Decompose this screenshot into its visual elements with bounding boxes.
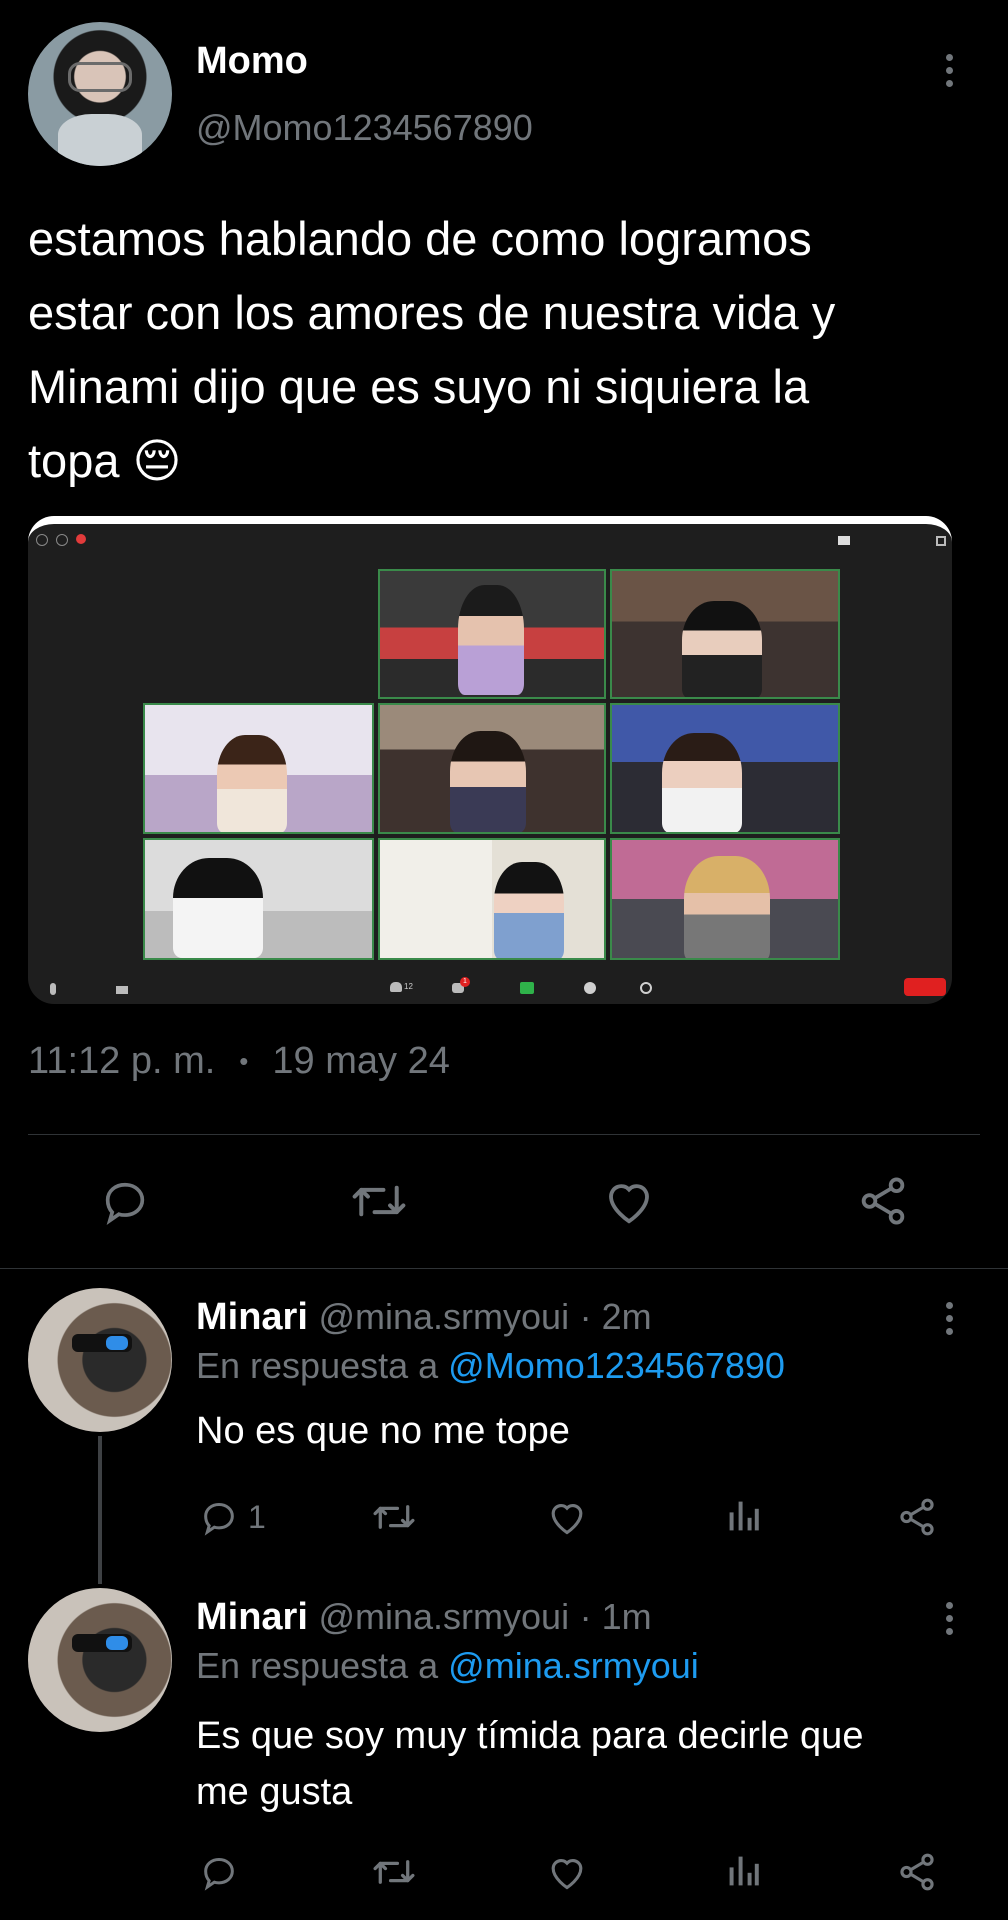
retweet-icon[interactable] [370, 1498, 418, 1536]
tweet-date: 19 may 24 [272, 1040, 450, 1082]
like-icon[interactable] [546, 1853, 588, 1891]
chat-icon: 1 [452, 977, 470, 993]
share-icon[interactable] [896, 1851, 938, 1893]
tweet-text-line: estar con los amores de nuestra vida y [28, 286, 836, 339]
reply-text: Es que soy muy tímida para decirle que m… [196, 1708, 863, 1820]
reply-text-line: No es que no me tope [196, 1410, 570, 1452]
more-icon[interactable] [945, 1302, 953, 1335]
reply-header: Minari @mina.srmyoui · 2m [196, 1296, 652, 1339]
reply-prefix: En respuesta a [196, 1645, 439, 1686]
divider [28, 1134, 980, 1135]
reply-text-line: Es que soy muy tímida para decirle que [196, 1715, 864, 1757]
participant-tile [610, 703, 840, 834]
tweet-text-line: topa 😔 [28, 434, 182, 487]
participant-tile [378, 838, 606, 960]
reactions-icon [640, 982, 652, 994]
reply-context: En respuesta a @mina.srmyoui [196, 1645, 699, 1687]
reply-author-handle[interactable]: @mina.srmyoui [318, 1296, 569, 1337]
participants-count: 12 [404, 982, 413, 991]
reply-icon[interactable] [98, 1175, 152, 1227]
reply-author-avatar[interactable] [28, 1588, 172, 1732]
participant-tile [378, 569, 606, 699]
reply-author-handle[interactable]: @mina.srmyoui [318, 1596, 569, 1637]
tweet-text-line: Minami dijo que es suyo ni siquiera la [28, 360, 810, 413]
more-icon[interactable] [945, 54, 953, 87]
divider [0, 1268, 1008, 1269]
share-icon[interactable] [856, 1174, 910, 1228]
reply-author-name[interactable]: Minari [196, 1296, 308, 1338]
like-icon[interactable] [602, 1176, 656, 1226]
retweet-icon[interactable] [348, 1176, 410, 1226]
main-tweet-text: estamos hablando de como logramos estar … [28, 202, 988, 498]
tweet-text-line: estamos hablando de como logramos [28, 212, 812, 265]
chat-badge: 1 [460, 977, 470, 987]
participant-tile [610, 569, 840, 699]
share-icon[interactable] [896, 1496, 938, 1538]
reply-to-link[interactable]: @mina.srmyoui [448, 1645, 699, 1686]
reply-icon[interactable]: 1 [198, 1497, 266, 1537]
record-icon [584, 982, 596, 994]
window-controls [36, 534, 86, 546]
attached-image[interactable]: 12 1 [28, 516, 952, 1004]
participants-icon: 12 [390, 982, 413, 992]
reply-icon[interactable] [198, 1852, 240, 1892]
main-author-name[interactable]: Momo [196, 40, 308, 83]
views-icon[interactable] [726, 1498, 762, 1534]
participant-tile [143, 838, 374, 960]
reply-prefix: En respuesta a [196, 1345, 439, 1386]
reply-age: · 1m [579, 1596, 652, 1637]
fullscreen-icon [936, 536, 946, 546]
participant-tile [378, 703, 606, 834]
views-icon[interactable] [726, 1853, 762, 1889]
participant-tile [610, 838, 840, 960]
share-screen-icon [520, 982, 534, 994]
reply-count: 1 [248, 1498, 266, 1535]
view-toggle-icon [838, 536, 850, 545]
main-author-handle[interactable]: @Momo1234567890 [196, 107, 533, 149]
retweet-icon[interactable] [370, 1853, 418, 1891]
participant-tile [143, 703, 374, 834]
reply-author-name[interactable]: Minari [196, 1596, 308, 1638]
reply-to-link[interactable]: @Momo1234567890 [448, 1345, 785, 1386]
reply-age: · 2m [579, 1296, 652, 1337]
end-call-button [904, 978, 946, 996]
tweet-timestamp[interactable]: 11:12 p. m. • 19 may 24 [28, 1040, 450, 1083]
like-icon[interactable] [546, 1498, 588, 1536]
thread-line [98, 1436, 102, 1584]
reply-header: Minari @mina.srmyoui · 1m [196, 1596, 652, 1639]
reply-context: En respuesta a @Momo1234567890 [196, 1345, 785, 1387]
reply-author-avatar[interactable] [28, 1288, 172, 1432]
microphone-icon [50, 983, 56, 995]
main-author-avatar[interactable] [28, 22, 172, 166]
more-icon[interactable] [945, 1602, 953, 1635]
reply-text: No es que no me tope [196, 1410, 570, 1453]
camera-icon [116, 986, 128, 994]
dot-separator: • [239, 1046, 249, 1076]
reply-text-line: me gusta [196, 1771, 353, 1813]
tweet-time: 11:12 p. m. [28, 1040, 216, 1082]
